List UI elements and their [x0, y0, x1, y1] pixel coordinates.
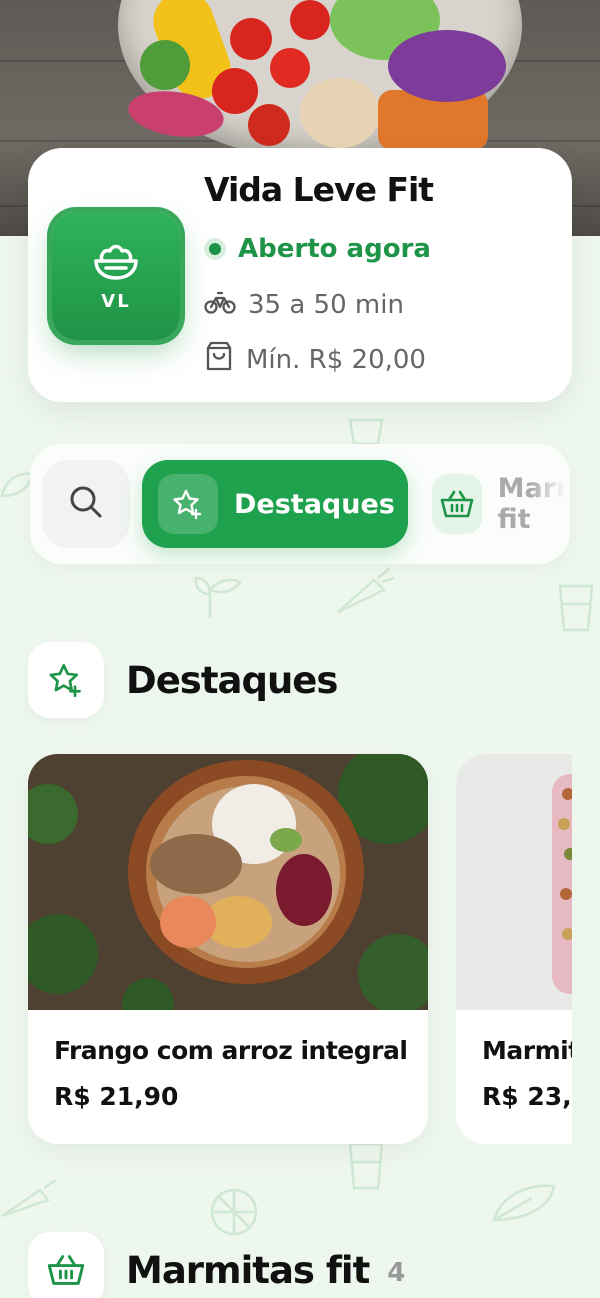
category-chip-destaques[interactable]: Destaques [142, 460, 408, 548]
sprout-doodle-icon [190, 572, 246, 620]
product-name: Marmita [482, 1036, 572, 1065]
minimum-order: Mín. R$ 20,00 [204, 340, 426, 379]
basket-icon [28, 1232, 104, 1298]
leaf-doodle-icon [492, 1180, 556, 1224]
basket-icon [432, 474, 482, 534]
store-name: Vida Leve Fit [204, 170, 434, 209]
cup-doodle-icon [346, 416, 386, 446]
product-price: R$ 23,90 [482, 1082, 572, 1111]
star-plus-icon [28, 642, 104, 718]
delivery-time-label: 35 a 50 min [248, 289, 404, 320]
glass-doodle-icon [556, 582, 596, 634]
section-item-count: 4 [387, 1258, 406, 1288]
product-card[interactable]: Marmita R$ 23,90 [456, 754, 572, 1144]
carrot-doodle-icon [334, 566, 396, 616]
section-title: Destaques [126, 658, 338, 702]
product-image [28, 754, 428, 1010]
product-carousel-overflow: Marmita R$ 23,90 [456, 754, 572, 1144]
delivery-time: 35 a 50 min [204, 288, 404, 321]
store-info-card: VL Vida Leve Fit Aberto agora 35 a 50 mi… [28, 148, 572, 402]
category-chip-label: Destaques [234, 488, 395, 520]
search-button[interactable] [42, 460, 130, 548]
shopping-bag-icon [204, 340, 234, 379]
leaf-doodle-icon [0, 470, 34, 500]
store-status: Aberto agora [204, 234, 431, 264]
scroll-fade [530, 444, 570, 564]
search-icon [68, 484, 104, 524]
product-name: Frango com arroz integral [54, 1036, 408, 1065]
minimum-order-label: Mín. R$ 20,00 [246, 344, 426, 375]
product-image [456, 754, 572, 1010]
bicycle-icon [204, 288, 236, 321]
category-nav: Destaques Marmitas fit [30, 444, 570, 564]
status-dot-icon [204, 238, 226, 260]
section-title: Marmitas fit [126, 1248, 370, 1292]
star-plus-icon [158, 474, 218, 534]
section-header-destaques: Destaques [28, 642, 338, 718]
status-label: Aberto agora [238, 234, 431, 264]
store-logo: VL [52, 212, 180, 340]
section-header-marmitas: Marmitas fit 4 [28, 1232, 405, 1298]
logo-initials: VL [101, 290, 131, 312]
glass-doodle-icon [346, 1140, 386, 1192]
product-price: R$ 21,90 [54, 1082, 179, 1111]
product-card[interactable]: Frango com arroz integral R$ 21,90 [28, 754, 428, 1144]
salad-bowl-icon [92, 241, 140, 285]
carrot-doodle-icon [0, 1180, 62, 1220]
